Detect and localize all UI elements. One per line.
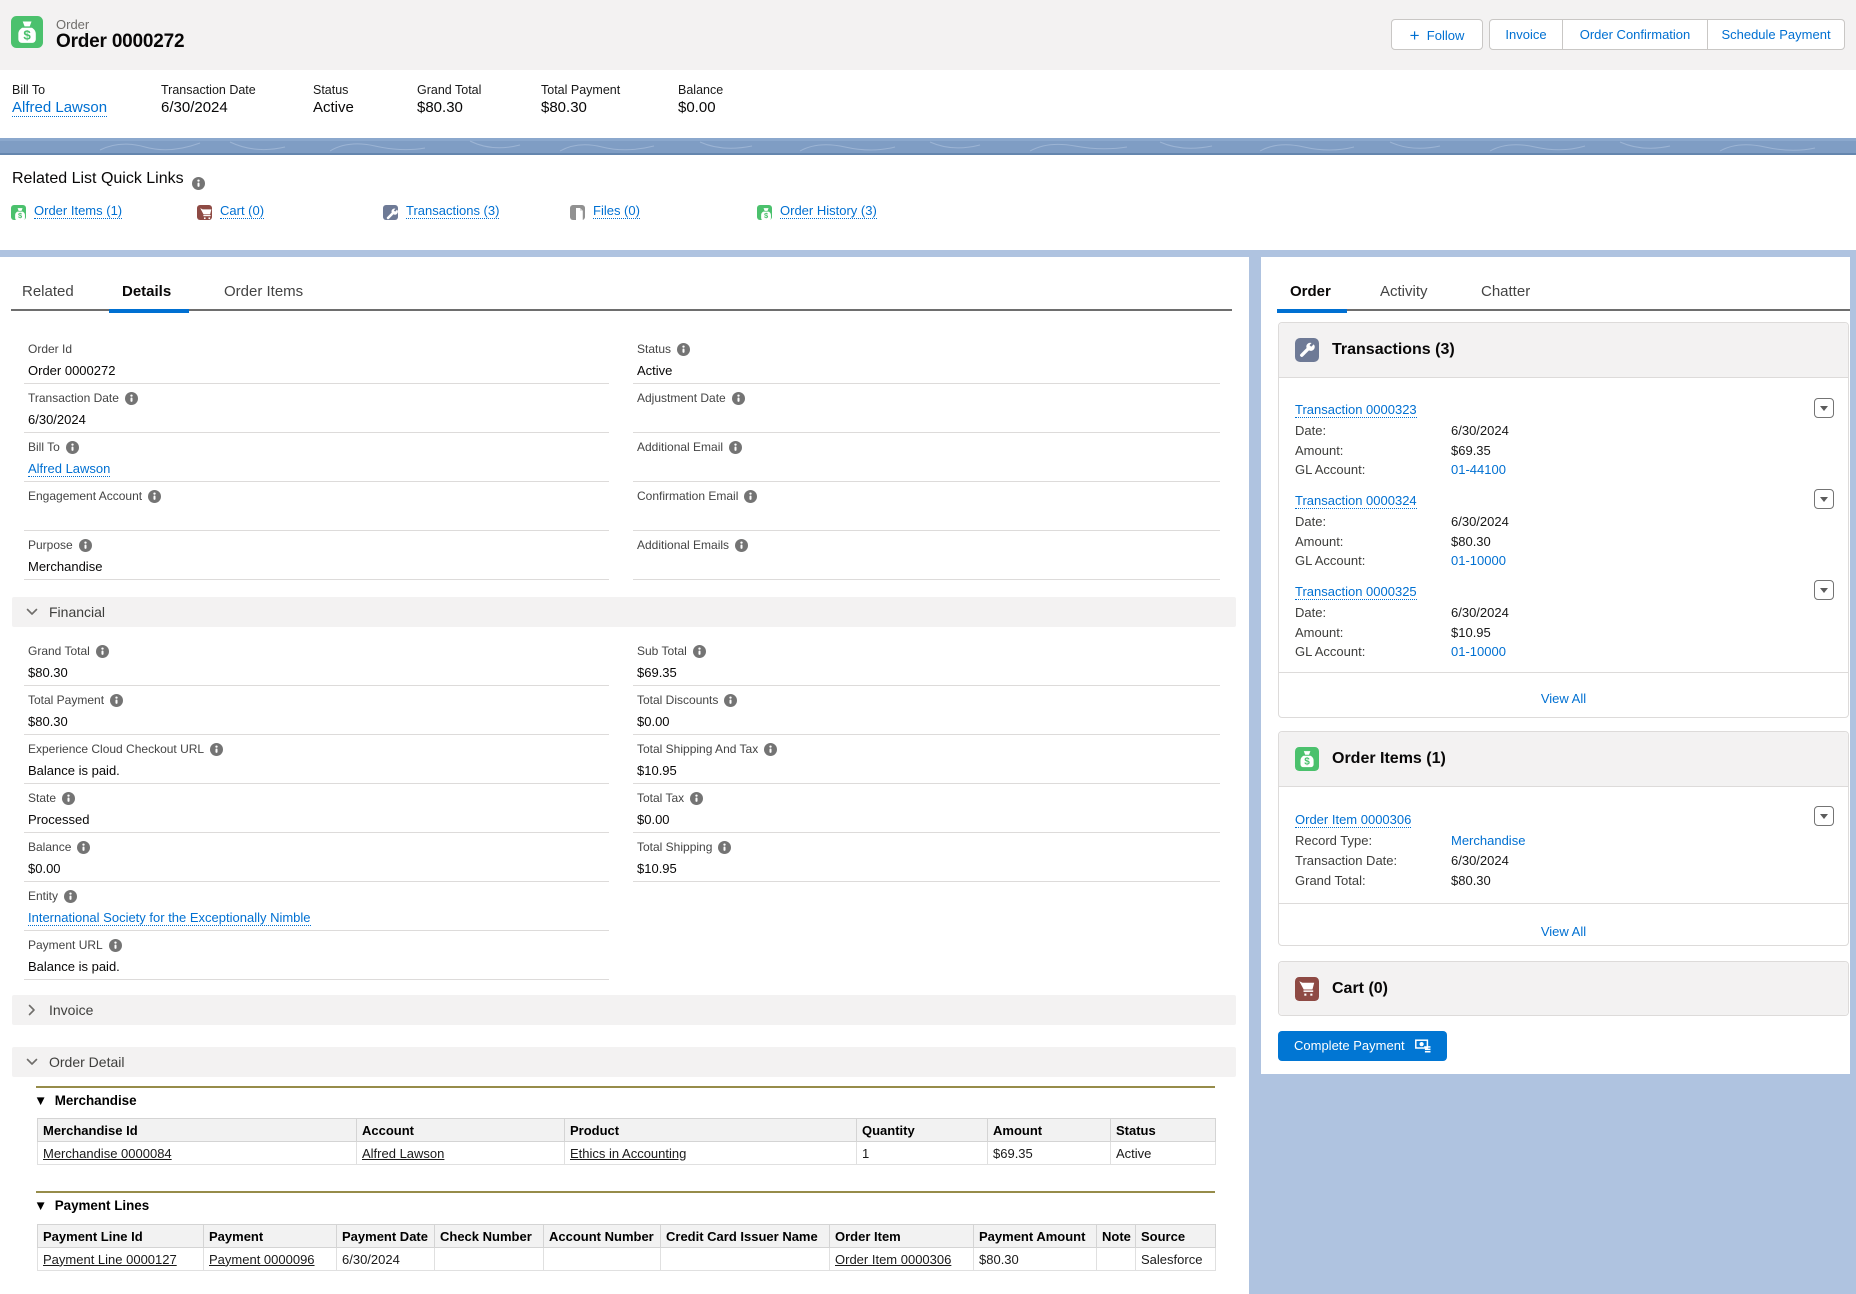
svg-text:$: $ (23, 27, 31, 42)
svg-text:$: $ (1304, 757, 1310, 768)
